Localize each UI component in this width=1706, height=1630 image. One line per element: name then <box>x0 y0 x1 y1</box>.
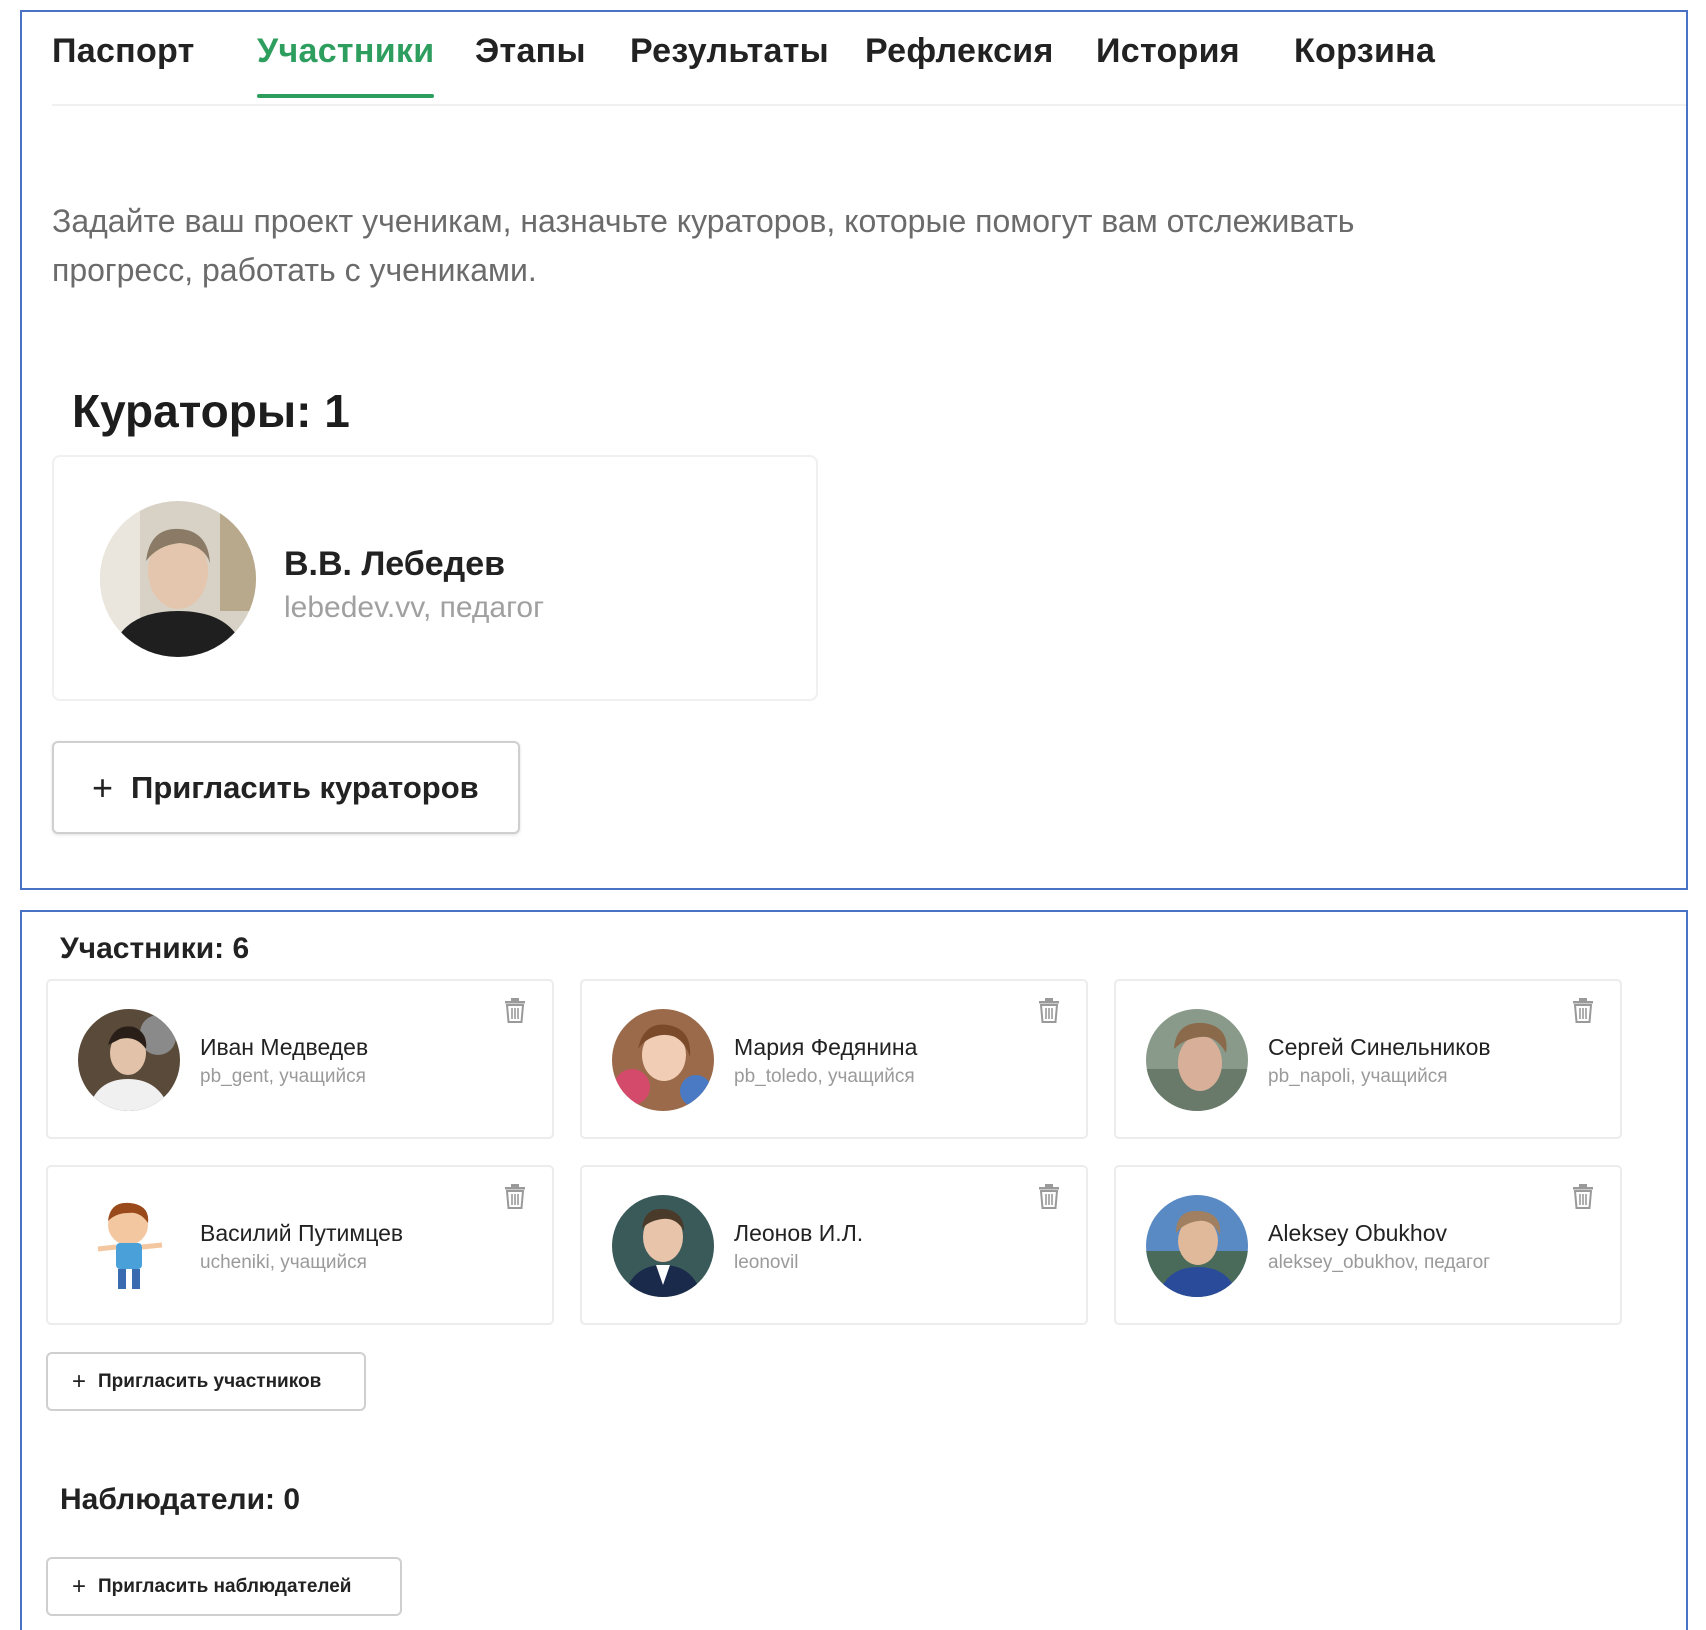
member-card[interactable]: Леонов И.Л. leonovil <box>580 1165 1088 1325</box>
member-role: pb_napoli, учащийся <box>1268 1066 1448 1087</box>
member-role: ucheniki, учащийся <box>200 1252 367 1273</box>
tab-passport[interactable]: Паспорт <box>52 32 195 71</box>
tab-trash[interactable]: Корзина <box>1294 32 1435 71</box>
member-card[interactable]: Иван Медведев pb_gent, учащийся <box>46 979 554 1139</box>
member-role: pb_toledo, учащийся <box>734 1066 915 1087</box>
invite-observers-label: Пригласить наблюдателей <box>98 1575 352 1597</box>
trash-icon[interactable] <box>1038 1183 1060 1209</box>
member-name: Мария Федянина <box>734 1034 918 1060</box>
plus-icon: + <box>72 1572 87 1600</box>
member-role: aleksey_obukhov, педагог <box>1268 1252 1491 1273</box>
member-name: Aleksey Obukhov <box>1268 1220 1447 1246</box>
plus-icon: + <box>92 766 114 808</box>
invite-curators-label: Пригласить кураторов <box>131 769 479 805</box>
member-name: Василий Путимцев <box>200 1220 404 1246</box>
curator-role: lebedev.vv, педагог <box>284 591 545 624</box>
observers-heading: Наблюдатели: 0 <box>60 1483 301 1516</box>
invite-curators-button[interactable]: + Пригласить кураторов <box>52 741 520 834</box>
participants-heading: Участники: 6 <box>60 932 250 965</box>
member-avatar <box>1146 1009 1248 1111</box>
member-role: pb_gent, учащийся <box>200 1066 366 1087</box>
curator-name: В.В. Лебедев <box>284 545 506 583</box>
invite-participants-label: Пригласить участников <box>98 1370 322 1392</box>
intro-text: Задайте ваш проект ученикам, назначьте к… <box>52 203 1355 288</box>
trash-icon[interactable] <box>1572 997 1594 1023</box>
trash-icon[interactable] <box>504 997 526 1023</box>
tab-history[interactable]: История <box>1096 32 1240 71</box>
member-avatar <box>78 1009 180 1111</box>
member-card[interactable]: Василий Путимцев ucheniki, учащийся <box>46 1165 554 1325</box>
trash-icon[interactable] <box>504 1183 526 1209</box>
member-name: Леонов И.Л. <box>734 1220 864 1246</box>
trash-icon[interactable] <box>1572 1183 1594 1209</box>
invite-observers-button[interactable]: + Пригласить наблюдателей <box>46 1557 402 1616</box>
curator-card[interactable]: В.В. Лебедев lebedev.vv, педагог <box>52 455 818 701</box>
member-name: Сергей Синельников <box>1268 1034 1491 1060</box>
trash-icon[interactable] <box>1038 997 1060 1023</box>
curators-heading: Кураторы: 1 <box>72 385 350 437</box>
project-participants-panel: Паспорт Участники Этапы Результаты Рефле… <box>20 10 1688 890</box>
member-card[interactable]: Мария Федянина pb_toledo, учащийся <box>580 979 1088 1139</box>
member-avatar <box>1146 1195 1248 1297</box>
invite-participants-button[interactable]: + Пригласить участников <box>46 1352 366 1411</box>
member-avatar <box>612 1195 714 1297</box>
curator-avatar <box>100 501 256 657</box>
member-name: Иван Медведев <box>200 1034 369 1060</box>
tab-results[interactable]: Результаты <box>630 32 829 71</box>
member-card[interactable]: Сергей Синельников pb_napoli, учащийся <box>1114 979 1622 1139</box>
tab-participants[interactable]: Участники <box>257 32 435 98</box>
tab-stages[interactable]: Этапы <box>475 32 586 71</box>
plus-icon: + <box>72 1367 87 1395</box>
tab-bar: Паспорт Участники Этапы Результаты Рефле… <box>52 12 1686 106</box>
member-avatar <box>78 1195 180 1297</box>
tab-reflection[interactable]: Рефлексия <box>865 32 1054 71</box>
member-avatar <box>612 1009 714 1111</box>
participants-observers-panel: Участники: 6 Иван Медведев pb_gent, учащ… <box>20 910 1688 1630</box>
member-card[interactable]: Aleksey Obukhov aleksey_obukhov, педагог <box>1114 1165 1622 1325</box>
member-role: leonovil <box>734 1252 799 1273</box>
